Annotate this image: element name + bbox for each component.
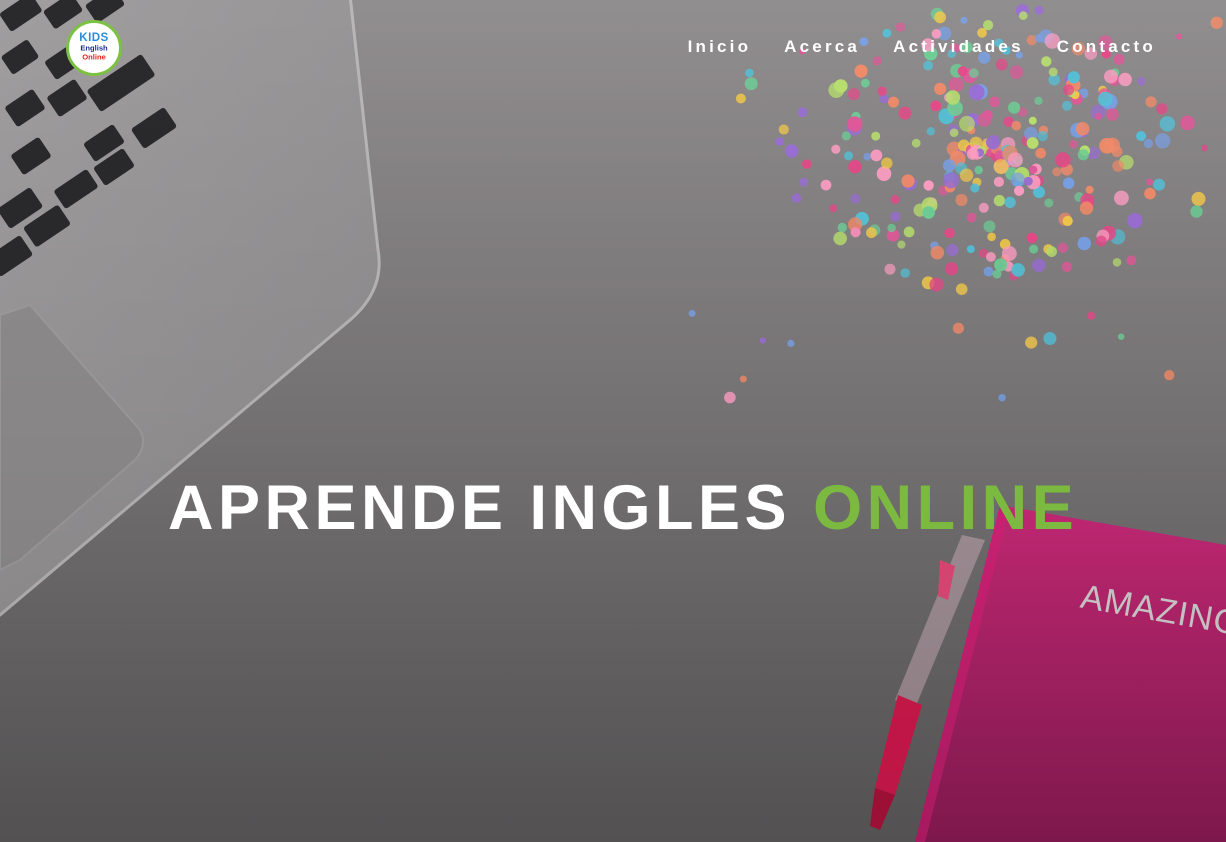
- nav-item-acerca[interactable]: Acerca: [784, 37, 860, 57]
- nav-item-inicio[interactable]: Inicio: [688, 37, 752, 57]
- kids-english-online-logo-icon: KIDS English Online: [70, 24, 118, 72]
- hero-background-image: AMAZING: [0, 0, 1226, 842]
- main-nav: Inicio Acerca Actividades Contacto: [655, 37, 1156, 57]
- site-logo[interactable]: KIDS English Online: [66, 20, 122, 76]
- logo-kids-text: KIDS: [79, 31, 109, 44]
- hero-title-main: APRENDE INGLES: [168, 473, 792, 543]
- nav-item-contacto[interactable]: Contacto: [1057, 37, 1156, 57]
- hero-section: AMAZING KIDS English Online Inicio Acerc…: [0, 0, 1226, 842]
- hero-title-accent: ONLINE: [813, 473, 1079, 543]
- nav-item-actividades[interactable]: Actividades: [893, 37, 1024, 57]
- logo-english-text: English: [80, 44, 108, 53]
- logo-online-text: Online: [82, 53, 106, 62]
- hero-headline: APRENDE INGLES ONLINE: [168, 472, 1078, 544]
